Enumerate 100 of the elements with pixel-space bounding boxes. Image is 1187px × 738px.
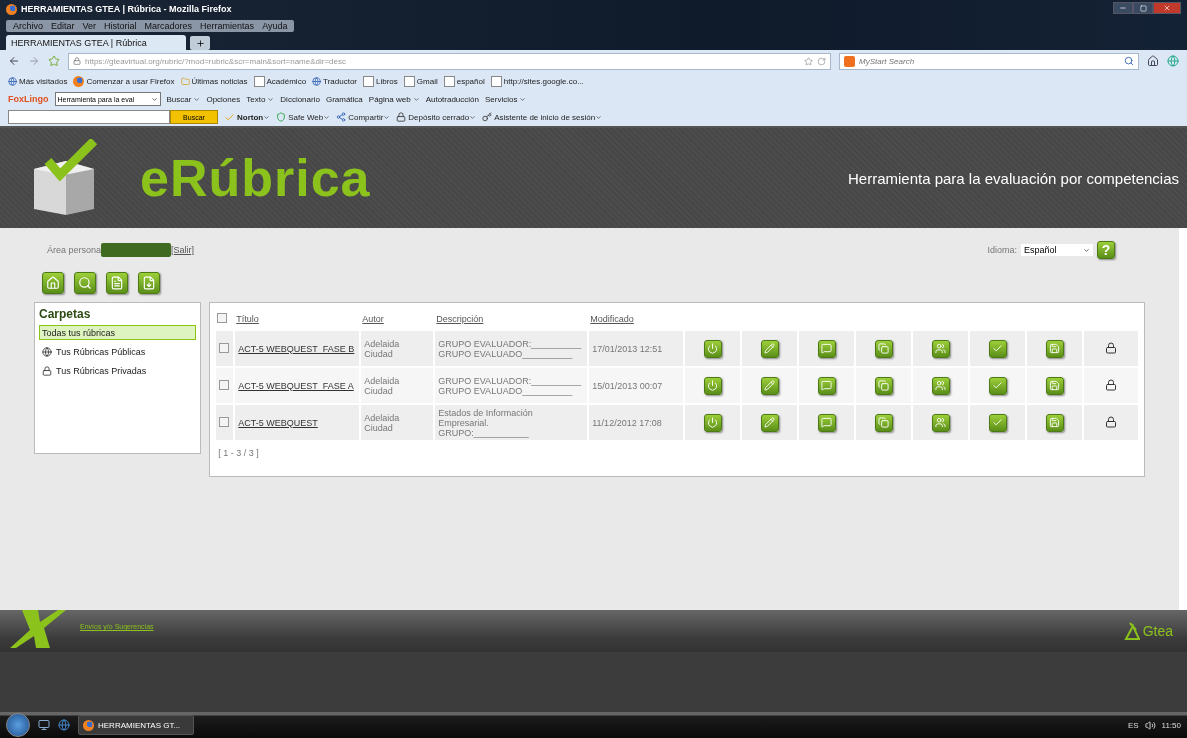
search-input[interactable] [8, 110, 170, 124]
pencil-button[interactable] [760, 413, 779, 432]
menu-item[interactable]: Archivo [9, 19, 47, 32]
search-box[interactable]: MyStart Search [839, 52, 1139, 70]
date-text: 15/01/2013 00:07 [592, 380, 663, 391]
bookmark-star-icon[interactable] [804, 56, 813, 66]
bookmark-link[interactable]: Libros [376, 76, 398, 86]
copy-icon [878, 417, 890, 428]
menu-item[interactable]: Herramientas [196, 19, 259, 32]
import-button[interactable] [138, 272, 160, 294]
save-button[interactable] [1045, 339, 1064, 358]
copy-button[interactable] [874, 376, 893, 395]
bookmark-link[interactable]: Gmail [416, 76, 438, 86]
toolbar-logo: FoxLingo [8, 94, 49, 104]
maximize-button[interactable] [1133, 2, 1153, 14]
toolbar-item[interactable]: Depósito cerrado [408, 112, 477, 122]
folder-item[interactable]: Todas tus rúbricas [39, 325, 197, 340]
toolbar-item[interactable]: Safe Web [288, 112, 331, 122]
globe-icon [8, 76, 17, 86]
language-select[interactable]: Español [1021, 244, 1093, 256]
copy-button[interactable] [874, 413, 893, 432]
check-button[interactable] [988, 413, 1007, 432]
speech-bubble-button[interactable] [817, 339, 836, 358]
minimize-button[interactable] [1113, 2, 1133, 14]
copy-button[interactable] [874, 339, 893, 358]
menu-item[interactable]: Ayuda [258, 19, 292, 32]
column-header[interactable]: Autor [361, 309, 434, 329]
home-button[interactable] [1147, 55, 1159, 67]
row-checkbox[interactable] [219, 416, 230, 427]
pencil-icon [764, 343, 776, 354]
toolbar-item[interactable]: Página web [368, 94, 420, 104]
power-button[interactable] [703, 339, 722, 358]
monitor-icon[interactable] [38, 719, 50, 731]
globe-icon[interactable] [58, 719, 70, 731]
pencil-button[interactable] [760, 376, 779, 395]
caret-icon [519, 95, 527, 103]
taskbar-button[interactable]: HERRAMIENTAS GT... [78, 715, 194, 735]
folder-item[interactable]: Tus Rúbricas Privadas [39, 363, 197, 378]
power-button[interactable] [703, 413, 722, 432]
menu-item[interactable]: Historial [100, 19, 141, 32]
toolbar-item[interactable]: Compartir [348, 112, 391, 122]
row-checkbox[interactable] [219, 342, 230, 353]
home-button[interactable] [42, 272, 64, 294]
toolbar-item[interactable]: Autotraducción [425, 94, 479, 104]
users-button[interactable] [931, 376, 950, 395]
column-header[interactable]: Título [235, 309, 360, 329]
start-button[interactable] [6, 713, 30, 737]
users-button[interactable] [931, 339, 950, 358]
power-button[interactable] [703, 376, 722, 395]
save-icon [1049, 343, 1061, 354]
back-button[interactable] [8, 55, 20, 67]
search-button[interactable] [74, 272, 96, 294]
folder-item[interactable]: Tus Rúbricas Públicas [39, 344, 197, 359]
new-tab-button[interactable] [190, 36, 210, 50]
menu-item[interactable]: Editar [47, 19, 79, 32]
search-icon[interactable] [1124, 56, 1134, 66]
users-button[interactable] [931, 413, 950, 432]
menu-item[interactable]: Marcadores [140, 19, 197, 32]
bookmark-link[interactable]: español [456, 76, 485, 86]
column-header[interactable]: Descripción [435, 309, 588, 329]
lock-icon [1105, 341, 1118, 354]
bookmark-link[interactable]: Traductor [323, 76, 358, 86]
toolbar-item[interactable]: Texto [246, 94, 275, 104]
speech-bubble-icon [821, 343, 833, 354]
speech-bubble-button[interactable] [817, 413, 836, 432]
logout-link[interactable]: [Salir] [171, 245, 195, 255]
save-button[interactable] [1045, 376, 1064, 395]
power-icon [707, 343, 719, 354]
bookmark-link[interactable]: Más visitados [19, 76, 68, 86]
speech-bubble-button[interactable] [817, 376, 836, 395]
caret-icon [267, 95, 275, 103]
menu-item[interactable]: Ver [78, 19, 101, 32]
toolbar-item[interactable]: Buscar [166, 94, 201, 104]
browser-tab[interactable]: HERRAMIENTAS GTEA | Rúbrica [6, 35, 186, 50]
pencil-button[interactable] [760, 339, 779, 358]
date-text: 11/12/2012 17:08 [592, 417, 662, 428]
toolbar-item[interactable]: Opciones [206, 94, 241, 104]
description-text: GRUPO EVALUADOR:__________ GRUPO EVALUADO__________ [438, 338, 583, 359]
bookmark-link[interactable]: Últimas noticias [191, 76, 248, 86]
column-header[interactable]: Modificado [589, 309, 684, 329]
firefox-icon [83, 719, 94, 731]
toolbar-item[interactable]: Asistente de inicio de sesión [494, 112, 603, 122]
row-checkbox[interactable] [219, 379, 230, 390]
toolbar-item[interactable]: Norton [237, 112, 271, 122]
volume-icon[interactable] [1144, 719, 1156, 731]
new-rubric-button[interactable] [106, 272, 128, 294]
forward-icon [28, 55, 40, 67]
toolbar-item[interactable]: Diccionario [280, 94, 320, 104]
bookmark-link[interactable]: Académico [266, 76, 307, 86]
toolbar-item[interactable]: Servicios [485, 94, 527, 104]
save-button[interactable] [1045, 413, 1064, 432]
bookmark-link[interactable]: http://sites.google.co... [503, 76, 584, 86]
check-button[interactable] [988, 339, 1007, 358]
toolbar-item[interactable]: Gramática [325, 94, 363, 104]
caret-icon [263, 113, 271, 121]
firefox-icon [6, 3, 17, 15]
close-button[interactable] [1153, 2, 1181, 14]
bookmark-link[interactable]: Comenzar a usar Firefox [86, 76, 175, 86]
select-all-checkbox[interactable] [217, 313, 228, 323]
check-button[interactable] [988, 376, 1007, 395]
